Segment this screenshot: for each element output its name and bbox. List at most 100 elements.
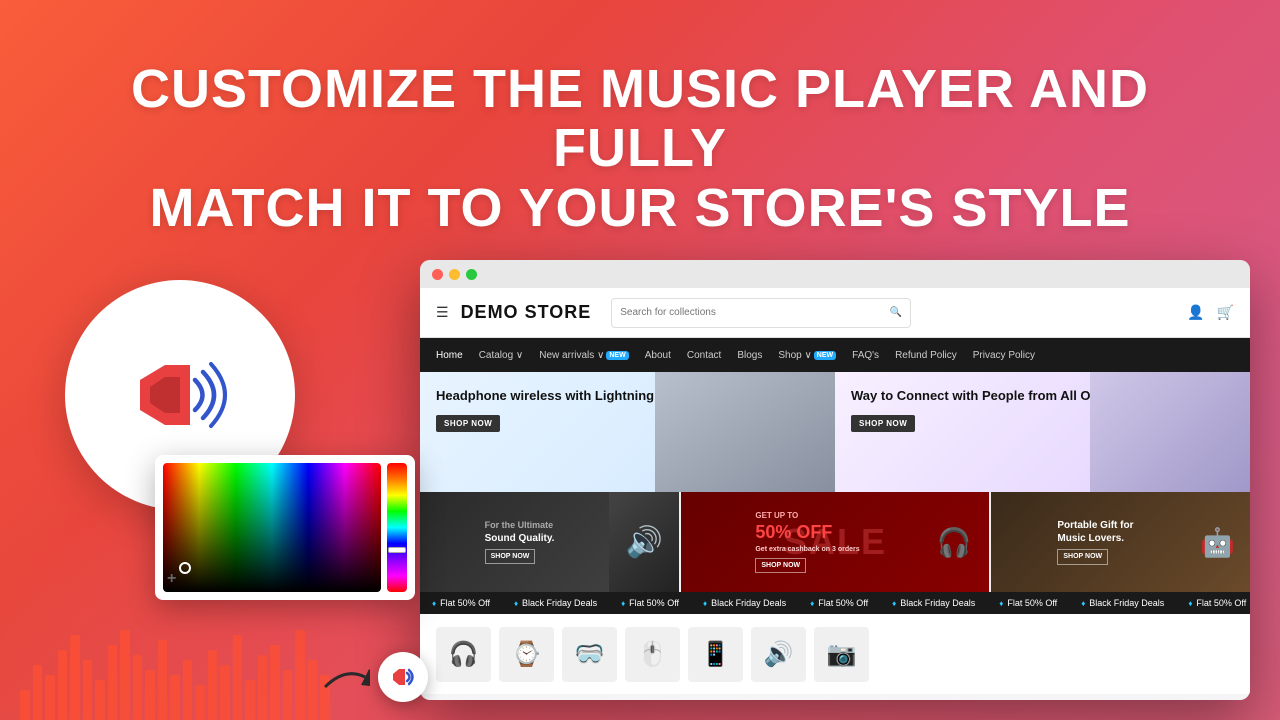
eq-bar [108, 645, 118, 720]
nav-catalog[interactable]: Catalog ∨ [479, 350, 524, 361]
eq-bar [195, 685, 205, 720]
banner-headphones-img: 🎧 [924, 497, 984, 587]
nav-about[interactable]: About [645, 350, 671, 361]
eq-bar [158, 640, 168, 720]
headline-block: CUSTOMIZE THE MUSIC PLAYER AND FULLY MAT… [0, 60, 1280, 238]
hero-right-image [1090, 372, 1250, 492]
nav-blogs[interactable]: Blogs [737, 350, 762, 361]
ticker-diamond: ♦ [621, 599, 625, 608]
ticker-diamond: ♦ [703, 599, 707, 608]
hamburger-menu[interactable]: ☰ [436, 304, 449, 321]
ticker-item: ♦ Flat 50% Off [420, 598, 502, 608]
color-slider-thumb[interactable] [388, 547, 406, 553]
eq-bar [308, 660, 318, 720]
ticker-diamond: ♦ [432, 599, 436, 608]
product-mouse[interactable]: 🖱️ [625, 627, 680, 682]
product-vr[interactable]: 🥽 [562, 627, 617, 682]
player-widget[interactable] [378, 652, 428, 702]
banner-2-off: 50% OFF [755, 521, 859, 544]
deals-ticker: ♦ Flat 50% Off♦ Black Friday Deals♦ Flat… [420, 592, 1250, 614]
banner-2-btn[interactable]: SHOP NOW [755, 558, 806, 573]
product-watch[interactable]: ⌚ [499, 627, 554, 682]
hero-left-shop-btn[interactable]: SHOP NOW [436, 415, 500, 432]
browser-titlebar [420, 260, 1250, 288]
product-camera[interactable]: 📷 [814, 627, 869, 682]
hero-right: Way to Connect with People from All Over… [835, 372, 1250, 492]
user-icon[interactable]: 👤 [1187, 304, 1204, 321]
eq-bar [83, 660, 93, 720]
color-picker-popup[interactable]: + [155, 455, 415, 600]
store-navbar: ☰ DEMO STORE 🔍 👤 🛒 [420, 288, 1250, 338]
banner-3-title2: Music Lovers. [1057, 532, 1133, 545]
cart-icon[interactable]: 🛒 [1217, 304, 1234, 321]
eq-bar [170, 675, 180, 720]
eq-bar [283, 670, 293, 720]
banner-3-btn[interactable]: SHOP NOW [1057, 549, 1108, 564]
search-input[interactable] [620, 307, 884, 318]
hero-left: Headphone wireless with Lightning Chargi… [420, 372, 835, 492]
nav-refund[interactable]: Refund Policy [895, 350, 957, 361]
browser-dot-yellow[interactable] [449, 269, 460, 280]
eq-bar [58, 650, 68, 720]
nav-faqs[interactable]: FAQ's [852, 350, 879, 361]
ticker-item: ♦ Flat 50% Off [1176, 598, 1250, 608]
nav-contact[interactable]: Contact [687, 350, 721, 361]
ticker-diamond: ♦ [1188, 599, 1192, 608]
eq-bar [245, 680, 255, 720]
banners-row: 🔊 For the Ultimate Sound Quality. SHOP N… [420, 492, 1250, 592]
product-speaker-small[interactable]: 🔊 [751, 627, 806, 682]
nav-icons: 👤 🛒 [1187, 304, 1234, 321]
eq-bar [45, 675, 55, 720]
store-nav-menu: Home Catalog ∨ New arrivals ∨ NEW About … [420, 338, 1250, 372]
ticker-item: ♦ Flat 50% Off [798, 598, 880, 608]
color-gradient-area[interactable]: + [163, 463, 381, 592]
nav-new-arrivals[interactable]: New arrivals ∨ NEW [539, 350, 628, 361]
browser-dot-red[interactable] [432, 269, 443, 280]
ticker-diamond: ♦ [810, 599, 814, 608]
shop-badge: NEW [814, 351, 836, 360]
headline-text: CUSTOMIZE THE MUSIC PLAYER AND FULLY MAT… [40, 60, 1240, 238]
eq-bar [270, 645, 280, 720]
nav-shop[interactable]: Shop ∨ NEW [778, 350, 836, 361]
eq-bar [95, 680, 105, 720]
banner-1-btn[interactable]: SHOP NOW [485, 549, 536, 564]
hero-image-placeholder [655, 372, 835, 492]
music-player-small [320, 652, 428, 702]
color-picker-crosshair [179, 562, 191, 574]
new-arrivals-badge: NEW [606, 351, 628, 360]
ticker-diamond: ♦ [999, 599, 1003, 608]
hero-section: Headphone wireless with Lightning Chargi… [420, 372, 1250, 492]
product-phone[interactable]: 📱 [688, 627, 743, 682]
banner-vacuum-img: 🤖 [1190, 497, 1245, 587]
nav-home[interactable]: Home [436, 350, 463, 361]
player-speaker-icon [389, 666, 417, 688]
wave-1 [195, 380, 203, 410]
speaker-icon [125, 355, 235, 435]
banner-speaker: 🔊 For the Ultimate Sound Quality. SHOP N… [420, 492, 679, 592]
banner-1-label: For the Ultimate [485, 520, 555, 532]
ticker-diamond: ♦ [892, 599, 896, 608]
eq-bar [70, 635, 80, 720]
speaker-svg [125, 355, 235, 435]
banner-1-text: For the Ultimate Sound Quality. SHOP NOW [485, 520, 615, 564]
hero-right-shop-btn[interactable]: SHOP NOW [851, 415, 915, 432]
ticker-item: ♦ Flat 50% Off [609, 598, 691, 608]
banner-3-title: Portable Gift for [1057, 519, 1133, 532]
eq-bar [233, 635, 243, 720]
color-slider-track[interactable] [387, 463, 407, 592]
banner-sale: SALE 🎧 GET UP TO 50% OFF Get extra cashb… [681, 492, 989, 592]
hero-left-image [655, 372, 835, 492]
ticker-diamond: ♦ [1081, 599, 1085, 608]
search-bar[interactable]: 🔍 [611, 298, 911, 328]
ticker-diamond: ♦ [514, 599, 518, 608]
search-icon: 🔍 [890, 307, 902, 318]
banner-2-sub: Get extra cashback on 3 orders [755, 545, 859, 554]
banner-3-text: Portable Gift for Music Lovers. SHOP NOW [1057, 519, 1183, 564]
nav-privacy[interactable]: Privacy Policy [973, 350, 1035, 361]
store-logo: DEMO STORE [461, 302, 592, 323]
product-earbuds[interactable]: 🎧 [436, 627, 491, 682]
banner-vacuum: 🤖 Portable Gift for Music Lovers. SHOP N… [991, 492, 1250, 592]
equalizer-bars [0, 600, 340, 720]
browser-dot-green[interactable] [466, 269, 477, 280]
ticker-item: ♦ Black Friday Deals [502, 598, 609, 608]
